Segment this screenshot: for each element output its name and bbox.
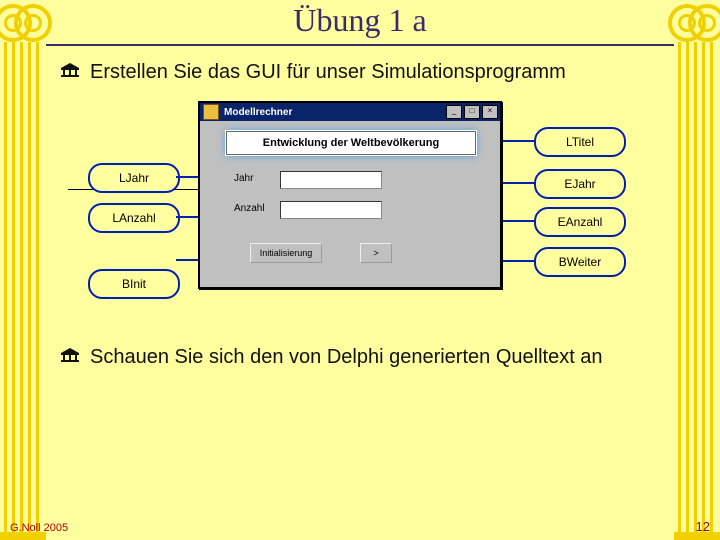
- bullet-1-text: Erstellen Sie das GUI für unser Simulati…: [90, 61, 566, 83]
- bullet-2-text: Schauen Sie sich den von Delphi generier…: [90, 346, 603, 368]
- button-next[interactable]: >: [360, 243, 392, 263]
- column-right: [674, 0, 720, 540]
- tag-binit: BInit: [88, 269, 180, 299]
- mock-window-title: Modellrechner: [222, 107, 446, 118]
- tag-ljahr: LJahr: [88, 163, 180, 193]
- slide-body: Erstellen Sie das GUI für unser Simulati…: [60, 54, 660, 510]
- label-anzahl: Anzahl: [234, 203, 265, 214]
- field-jahr[interactable]: [280, 171, 382, 189]
- gui-diagram: LJahr LAnzahl BInit LTitel EJahr EAnzahl…: [88, 97, 660, 327]
- minimize-icon[interactable]: _: [446, 105, 462, 119]
- tag-ejahr: EJahr: [534, 169, 626, 199]
- page-number: 12: [696, 519, 710, 534]
- field-anzahl[interactable]: [280, 201, 382, 219]
- column-left: [0, 0, 46, 540]
- mock-window: Modellrechner _ □ × Entwicklung der Welt…: [198, 101, 502, 289]
- app-icon: [203, 104, 219, 120]
- mock-titlebar: Modellrechner _ □ ×: [200, 103, 500, 121]
- footer-author: G.Noll 2005: [10, 522, 68, 534]
- mock-title-panel: Entwicklung der Weltbevölkerung: [226, 131, 476, 155]
- tag-bweiter: BWeiter: [534, 247, 626, 277]
- button-init[interactable]: Initialisierung: [250, 243, 322, 263]
- bullet-2: Schauen Sie sich den von Delphi generier…: [60, 345, 660, 370]
- tag-ltitel: LTitel: [534, 127, 626, 157]
- slide-title: Übung 1 a: [0, 2, 720, 39]
- temple-bullet-icon: [60, 63, 80, 77]
- tag-lanzahl: LAnzahl: [88, 203, 180, 233]
- temple-bullet-icon: [60, 348, 80, 362]
- maximize-icon[interactable]: □: [464, 105, 480, 119]
- bullet-1: Erstellen Sie das GUI für unser Simulati…: [60, 60, 660, 85]
- tag-eanzahl: EAnzahl: [534, 207, 626, 237]
- title-rule: [46, 44, 674, 46]
- label-jahr: Jahr: [234, 173, 253, 184]
- close-icon[interactable]: ×: [482, 105, 498, 119]
